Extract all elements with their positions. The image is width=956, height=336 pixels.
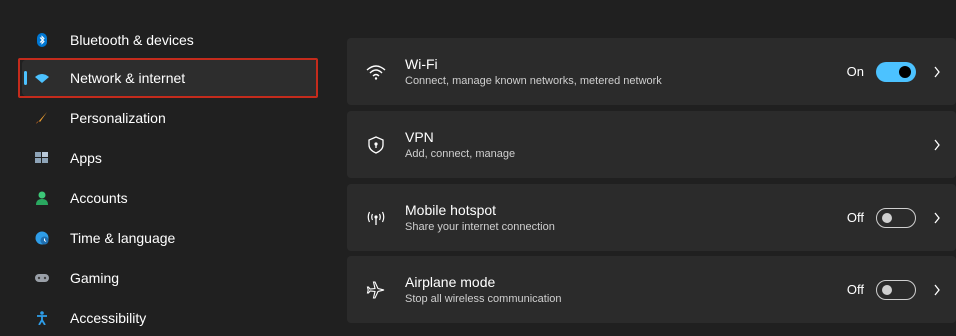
vpn-description: Add, connect, manage (405, 147, 516, 160)
chevron-right-icon[interactable] (932, 65, 942, 79)
sidebar-item-label: Personalization (70, 110, 166, 126)
wifi-card[interactable]: Wi-Fi Connect, manage known networks, me… (347, 38, 956, 105)
mobile-hotspot-toggle[interactable] (876, 207, 916, 228)
sidebar-item-time-language[interactable]: Time & language (22, 220, 318, 256)
airplane-mode-state-label: Off (846, 282, 864, 297)
apps-icon (35, 151, 49, 165)
wifi-description: Connect, manage known networks, metered … (405, 74, 662, 87)
mobile-hotspot-title: Mobile hotspot (405, 201, 497, 218)
settings-sidebar: Bluetooth & devices Network & internet P… (0, 0, 330, 329)
sidebar-item-label: Gaming (70, 270, 120, 286)
hotspot-icon (365, 207, 387, 229)
airplane-icon (365, 279, 387, 301)
airplane-mode-description: Stop all wireless communication (405, 292, 562, 305)
sidebar-item-personalization[interactable]: Personalization (22, 100, 318, 136)
globe-clock-icon (35, 231, 49, 245)
person-icon (35, 191, 49, 205)
sidebar-item-accounts[interactable]: Accounts (22, 180, 318, 216)
sidebar-item-apps[interactable]: Apps (22, 140, 318, 176)
accessibility-icon (35, 311, 49, 325)
mobile-hotspot-card[interactable]: Mobile hotspot Share your internet conne… (347, 184, 956, 251)
airplane-mode-card[interactable]: Airplane mode Stop all wireless communic… (347, 256, 956, 323)
wifi-title: Wi-Fi (405, 55, 438, 72)
chevron-right-icon[interactable] (932, 283, 942, 297)
chevron-right-icon[interactable] (932, 138, 942, 152)
bluetooth-icon (35, 33, 49, 47)
mobile-hotspot-description: Share your internet connection (405, 220, 555, 233)
sidebar-item-label: Bluetooth & devices (70, 32, 194, 48)
mobile-hotspot-state-label: Off (846, 210, 864, 225)
vpn-card[interactable]: VPN Add, connect, manage (347, 111, 956, 178)
gamepad-icon (35, 271, 49, 285)
sidebar-item-label: Accessibility (70, 310, 147, 326)
airplane-mode-title: Airplane mode (405, 273, 496, 290)
sidebar-item-gaming[interactable]: Gaming (22, 260, 318, 296)
sidebar-item-label: Accounts (70, 190, 128, 206)
wifi-icon (365, 61, 387, 83)
sidebar-item-label: Time & language (70, 230, 176, 246)
highlight-annotation (18, 58, 318, 98)
airplane-mode-toggle[interactable] (876, 279, 916, 300)
vpn-title: VPN (405, 128, 434, 145)
chevron-right-icon[interactable] (932, 211, 942, 225)
sidebar-item-bluetooth[interactable]: Bluetooth & devices (22, 22, 318, 58)
sidebar-item-label: Apps (70, 150, 102, 166)
wifi-toggle[interactable] (876, 61, 916, 82)
shield-icon (365, 134, 387, 156)
sidebar-item-accessibility[interactable]: Accessibility (22, 300, 318, 336)
brush-icon (35, 111, 49, 125)
wifi-state-label: On (846, 64, 864, 79)
